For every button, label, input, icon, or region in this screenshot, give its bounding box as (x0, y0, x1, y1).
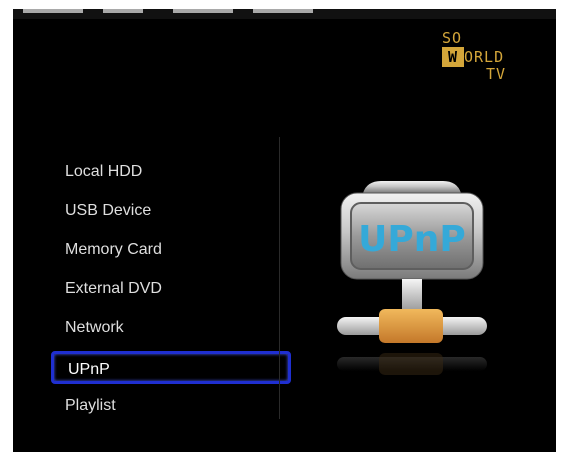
brand-line-2-rest: ORLD (464, 48, 505, 66)
divider (279, 137, 280, 419)
menu-item-external-dvd[interactable]: External DVD (51, 269, 291, 308)
brand-box-letter: W (442, 47, 464, 67)
menu-item-upnp[interactable]: UPnP (51, 351, 291, 384)
brand-line-1: SO (442, 29, 463, 47)
source-menu: Local HDD USB Device Memory Card Externa… (51, 152, 291, 425)
menu-item-network[interactable]: Network (51, 308, 291, 347)
brand-line-2: W ORLD (442, 47, 504, 67)
upnp-icon-label: UPnP (358, 219, 466, 260)
menu-item-playlist[interactable]: Playlist (51, 386, 291, 425)
menu-item-usb-device[interactable]: USB Device (51, 191, 291, 230)
brand-logo: SO W ORLD TV (442, 29, 522, 89)
top-strip (13, 9, 556, 19)
menu-item-local-hdd[interactable]: Local HDD (51, 152, 291, 191)
media-player-screen: SO W ORLD TV Local HDD USB Device Memory … (13, 9, 556, 452)
upnp-network-icon: UPnP (333, 179, 493, 399)
menu-item-memory-card[interactable]: Memory Card (51, 230, 291, 269)
brand-line-3: TV (486, 65, 507, 83)
